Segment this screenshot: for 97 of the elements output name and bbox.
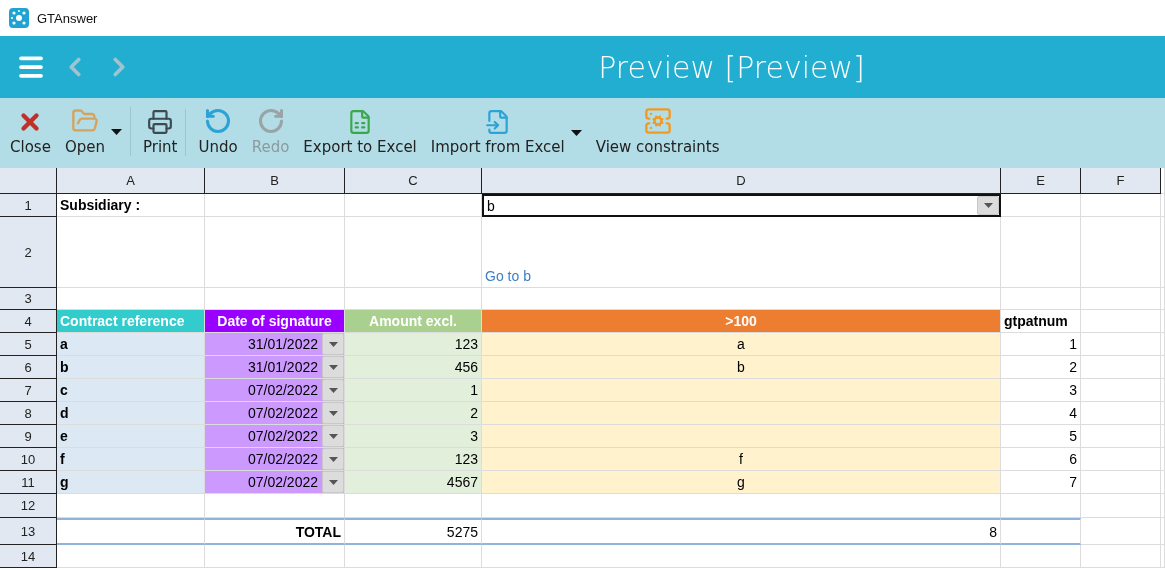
table-cell: a: [482, 333, 1001, 356]
toolbar-button[interactable]: Undo: [194, 107, 242, 156]
row-header[interactable]: 11: [0, 471, 57, 494]
column-header[interactable]: D: [482, 168, 1001, 194]
corner-cell[interactable]: [0, 168, 57, 194]
dropdown-button[interactable]: [322, 471, 344, 493]
dropdown-button[interactable]: [322, 356, 344, 378]
column-title-cell: gtpatnum: [1001, 310, 1081, 333]
row-header[interactable]: 3: [0, 288, 57, 310]
toolbar-button[interactable]: View constraints: [591, 107, 724, 156]
dropdown-button[interactable]: [322, 425, 344, 447]
caret-icon: [983, 203, 993, 208]
row-header[interactable]: 10: [0, 448, 57, 471]
table-cell: TOTAL: [205, 518, 345, 545]
date-cell[interactable]: 07/02/2022: [205, 448, 345, 471]
row-header[interactable]: 5: [0, 333, 57, 356]
dropdown-field[interactable]: b: [482, 194, 1001, 217]
page-title: Preview [Preview]: [597, 49, 866, 85]
table-cell: 123: [345, 333, 482, 356]
toolbar-button[interactable]: Print: [138, 109, 187, 156]
column-header[interactable]: F: [1081, 168, 1161, 194]
table-cell: 3: [345, 425, 482, 448]
toolbar-button[interactable]: Export to Excel: [299, 109, 421, 156]
column-header[interactable]: E: [1001, 168, 1081, 194]
dropdown-button[interactable]: [322, 379, 344, 401]
table-cell: 6: [1001, 448, 1081, 471]
redo-icon: [256, 107, 285, 135]
app-logo-icon: [9, 8, 29, 28]
table-cell: 2: [345, 402, 482, 425]
caret-icon: [328, 387, 338, 393]
row-header[interactable]: 7: [0, 379, 57, 402]
date-cell[interactable]: 07/02/2022: [205, 471, 345, 494]
toolbar-button[interactable]: Close: [6, 109, 55, 156]
date-cell[interactable]: 07/02/2022: [205, 379, 345, 402]
row-header[interactable]: 9: [0, 425, 57, 448]
row-header[interactable]: 2: [0, 217, 57, 288]
column-header[interactable]: A: [57, 168, 205, 194]
row-header[interactable]: 4: [0, 310, 57, 333]
row-header[interactable]: 14: [0, 545, 57, 568]
go-to-link[interactable]: Go to b: [485, 268, 531, 284]
table-cell: 8: [482, 518, 1001, 545]
column-header[interactable]: B: [205, 168, 345, 194]
table-cell: 1: [1001, 333, 1081, 356]
date-cell[interactable]: 31/01/2022: [205, 333, 345, 356]
date-cell[interactable]: 07/02/2022: [205, 402, 345, 425]
column-title-cell: Amount excl.: [345, 310, 482, 333]
toolbar-button[interactable]: Open: [60, 107, 131, 156]
table-cell: g: [57, 471, 205, 494]
column-title-cell: Contract reference: [57, 310, 205, 333]
table-cell: 5: [1001, 425, 1081, 448]
table-cell: 1: [345, 379, 482, 402]
table-cell: Subsidiary :: [57, 194, 205, 217]
table-cell: f: [57, 448, 205, 471]
row-header[interactable]: 12: [0, 494, 57, 518]
printer-icon: [147, 109, 174, 135]
table-cell: d: [57, 402, 205, 425]
table-cell: b: [57, 356, 205, 379]
row-header[interactable]: 6: [0, 356, 57, 379]
dropdown-button[interactable]: [322, 402, 344, 424]
table-cell: 5275: [345, 518, 482, 545]
row-header[interactable]: 8: [0, 402, 57, 425]
table-cell: 4567: [345, 471, 482, 494]
table-cell: 456: [345, 356, 482, 379]
dropdown-caret-icon: [110, 128, 122, 135]
caret-icon: [328, 410, 338, 416]
caret-icon: [328, 456, 338, 462]
table-cell: 3: [1001, 379, 1081, 402]
column-header[interactable]: C: [345, 168, 482, 194]
app-title: GTAnswer: [37, 10, 98, 26]
column-title-cell: Date of signature: [205, 310, 345, 333]
table-cell: 4: [1001, 402, 1081, 425]
dropdown-button[interactable]: [322, 448, 344, 470]
table-cell: c: [57, 379, 205, 402]
date-cell[interactable]: 07/02/2022: [205, 425, 345, 448]
row-header[interactable]: 13: [0, 518, 57, 545]
caret-icon: [328, 364, 338, 370]
dropdown-caret-icon: [570, 129, 582, 136]
table-cell: 123: [345, 448, 482, 471]
caret-icon: [328, 341, 338, 347]
column-title-cell: >100: [482, 310, 1001, 333]
date-cell[interactable]: 31/01/2022: [205, 356, 345, 379]
server-icon: [643, 107, 672, 135]
table-cell: 7: [1001, 471, 1081, 494]
table-cell: 2: [1001, 356, 1081, 379]
spreadsheet-import-icon: [484, 109, 511, 135]
table-cell: b: [482, 356, 1001, 379]
caret-icon: [328, 433, 338, 439]
caret-icon: [328, 479, 338, 485]
table-cell: g: [482, 471, 1001, 494]
dropdown-button[interactable]: [977, 196, 999, 215]
table-cell: a: [57, 333, 205, 356]
toolbar-button[interactable]: Import from Excel: [426, 109, 586, 156]
row-header[interactable]: 1: [0, 194, 57, 217]
undo-icon: [204, 107, 233, 135]
table-cell: f: [482, 448, 1001, 471]
dropdown-button[interactable]: [322, 333, 344, 355]
table-cell: e: [57, 425, 205, 448]
